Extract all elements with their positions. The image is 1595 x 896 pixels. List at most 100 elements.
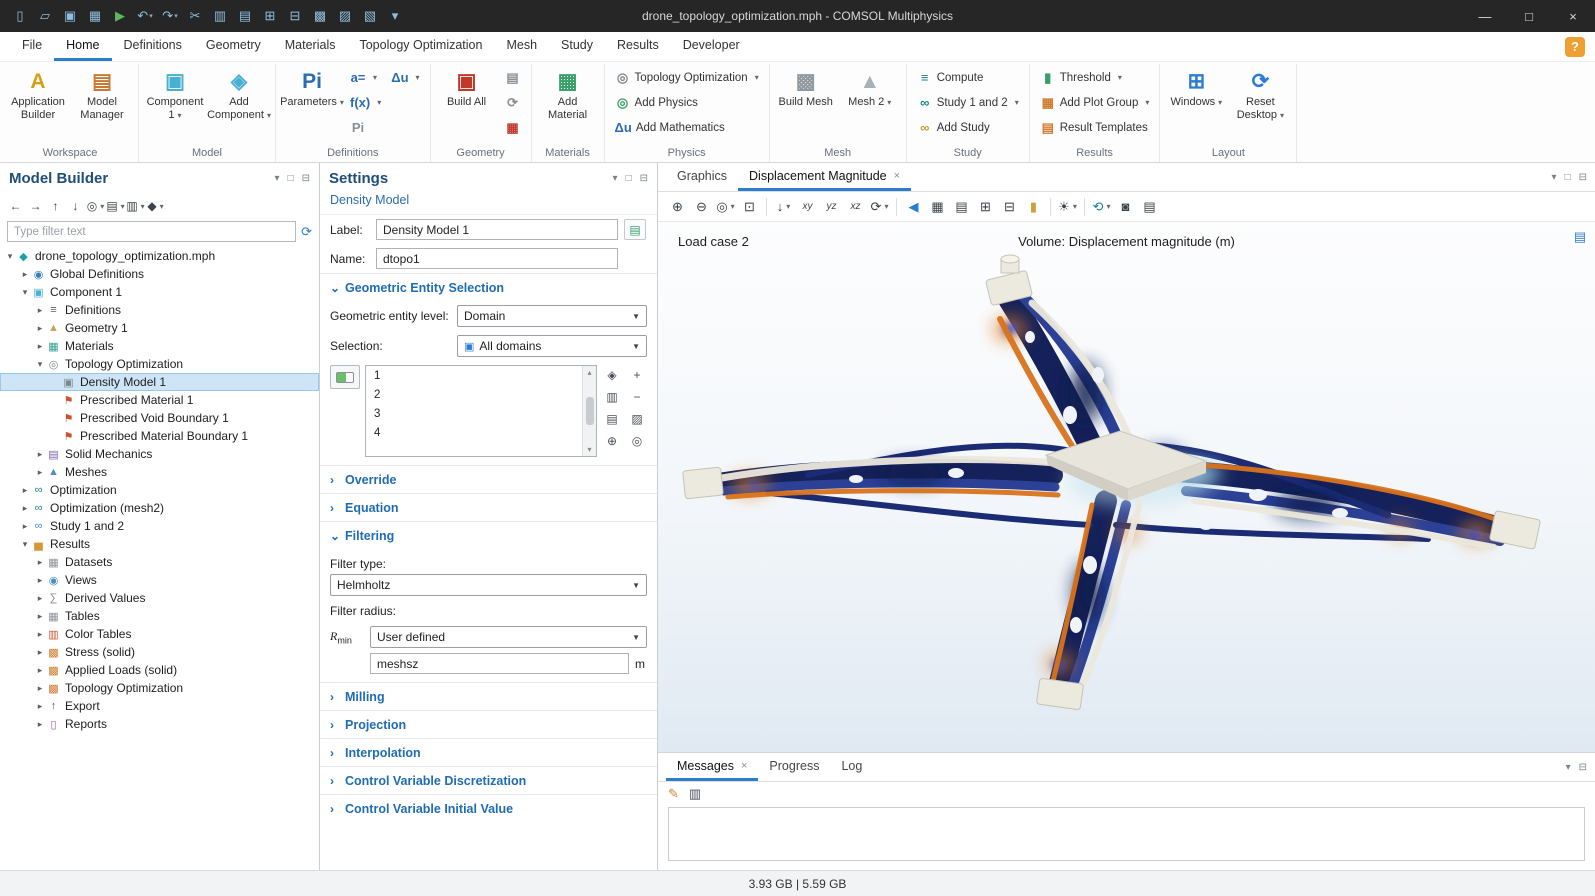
menu-geometry[interactable]: Geometry [194,32,273,61]
section-override[interactable]: ›Override [320,465,657,493]
rmin-select[interactable]: User defined ▼ [370,626,647,648]
expand-node-icon[interactable]: ▸ [19,521,31,532]
show-grid-button[interactable]: ▦ [926,196,949,218]
expand-node-icon[interactable]: ▸ [19,269,31,280]
build-all-button[interactable]: ▣Build All [436,65,498,112]
scroll-down-icon[interactable]: ▾ [587,445,591,454]
collapse-node-icon[interactable]: ▾ [4,251,16,262]
domain-row[interactable]: 1 [366,367,582,386]
go-back-button[interactable]: ← [6,196,25,216]
close-button[interactable]: × [1551,0,1595,32]
threshold-button[interactable]: ▮Threshold▾ [1035,65,1155,90]
scroll-thumb[interactable] [586,397,594,425]
name-input[interactable] [376,248,618,269]
tree-item-prescribed-material-1[interactable]: ⚑Prescribed Material 1 [0,391,319,409]
tree-item-tables[interactable]: ▸▦Tables [0,607,319,625]
study-1-and-2-button[interactable]: ∞Study 1 and 2▾ [912,90,1024,115]
zoom-out-button[interactable]: ⊖ [690,196,713,218]
collapse-panel-icon[interactable]: ▾ [1552,172,1557,183]
menu-developer[interactable]: Developer [671,32,752,61]
tree-item-global-definitions[interactable]: ▸◉Global Definitions [0,265,319,283]
zoom-box-button[interactable]: ⊡ [738,196,761,218]
activate-selection-button[interactable]: ◈ [602,365,622,384]
tree-item-optimization-mesh2[interactable]: ▸∞Optimization (mesh2) [0,499,319,517]
remove-details-button[interactable]: ▦ [500,115,526,140]
entity-level-select[interactable]: Domain ▼ [457,305,647,327]
expand-node-icon[interactable]: ▸ [34,683,46,694]
functions-button[interactable]: f(x)▾ [345,90,386,115]
copy-messages-button[interactable]: ▥ [689,786,701,802]
clear-messages-button[interactable]: ✎ [668,786,679,802]
tree-item-density-model-1[interactable]: ▣Density Model 1 [0,373,319,391]
compute-button[interactable]: ≡Compute [912,65,1024,90]
section-interpolation[interactable]: ›Interpolation [320,738,657,766]
pin-panel-icon[interactable]: ⊟ [640,173,648,184]
tree-item-study-1-and-2[interactable]: ▸∞Study 1 and 2 [0,517,319,535]
domain-row[interactable]: 3 [366,405,582,424]
domain-listbox[interactable]: 1234 ▴ ▾ [365,365,597,457]
expand-node-icon[interactable]: ▸ [34,647,46,658]
float-panel-icon[interactable]: □ [1565,172,1571,183]
save-as-icon[interactable]: ▦ [83,4,107,28]
section-milling[interactable]: ›Milling [320,682,657,710]
scene-light-button[interactable]: ☀▾ [1056,196,1079,218]
parameters-button[interactable]: PiParameters▾ [281,65,343,112]
tree-item-geometry-1[interactable]: ▸▲Geometry 1 [0,319,319,337]
add-component-button[interactable]: ◈Add Component▾ [208,65,270,125]
collapse-node-icon[interactable]: ▾ [19,539,31,550]
pin-panel-icon[interactable]: ⊟ [1579,172,1587,183]
tree-item-reports[interactable]: ▸▯Reports [0,715,319,733]
go-forward-button[interactable]: → [26,196,45,216]
operators-button[interactable]: Δu▾ [386,65,424,90]
expand-collapse-button[interactable]: ▥▾ [126,196,145,216]
copy-selection-button[interactable]: ▥ [602,387,622,406]
add-physics-button[interactable]: ◎Add Physics [610,90,764,115]
graphics-canvas[interactable]: Load case 2 Volume: Displacement magnitu… [658,222,1595,752]
expand-node-icon[interactable]: ▸ [19,503,31,514]
update-geometry-button[interactable]: ⟳ [500,90,526,115]
component-1-button[interactable]: ▣Component 1▾ [144,65,206,125]
expand-node-icon[interactable]: ▸ [19,485,31,496]
expand-node-icon[interactable]: ▸ [34,323,46,334]
tree-item-stress-solid[interactable]: ▸▩Stress (solid) [0,643,319,661]
menu-file[interactable]: File [10,32,54,61]
scroll-up-icon[interactable]: ▴ [587,368,591,377]
add-mathematics-button[interactable]: ΔuAdd Mathematics [610,115,764,140]
messages-tab-messages[interactable]: Messages× [666,753,758,781]
close-tab-icon[interactable]: × [741,760,747,772]
parameter-case-button[interactable]: Pi [345,115,386,140]
play-sound-button[interactable]: ◀ [902,196,925,218]
zoom-extents-button[interactable]: ◎▾ [714,196,737,218]
domain-row[interactable]: 4 [366,424,582,443]
label-options-button[interactable]: ▤ [624,219,646,240]
expand-node-icon[interactable]: ▸ [34,305,46,316]
paste-icon[interactable]: ▤ [233,4,257,28]
tree-item-meshes[interactable]: ▸▲Meshes [0,463,319,481]
domain-row[interactable]: 2 [366,386,582,405]
add-material-button[interactable]: ▦Add Material [537,65,599,125]
collapse-node-icon[interactable]: ▾ [34,359,46,370]
generate-report-2-icon[interactable]: ▨ [333,4,357,28]
expand-node-icon[interactable]: ▸ [34,467,46,478]
add-study-button[interactable]: ∞Add Study [912,115,1024,140]
section-filtering[interactable]: ⌄ Filtering [320,521,657,549]
expand-node-icon[interactable]: ▸ [34,665,46,676]
generate-report-1-icon[interactable]: ▩ [308,4,332,28]
listbox-scrollbar[interactable]: ▴ ▾ [582,366,596,456]
print-button[interactable]: ▤ [1138,196,1161,218]
show-axes-button[interactable]: ⊟ [998,196,1021,218]
view-xz-button[interactable]: xz [844,196,867,218]
show-options-button[interactable]: ◎▾ [86,196,105,216]
section-control-variable-discretization[interactable]: ›Control Variable Discretization [320,766,657,794]
tree-item-views[interactable]: ▸◉Views [0,571,319,589]
open-file-icon[interactable]: ▱ [33,4,57,28]
add-plot-group-button[interactable]: ▦Add Plot Group▾ [1035,90,1155,115]
insert-node-icon[interactable]: ⊞ [258,4,282,28]
selection-select[interactable]: ▣ All domains ▼ [457,335,647,357]
expand-node-icon[interactable]: ▸ [34,629,46,640]
generate-report-3-icon[interactable]: ▧ [358,4,382,28]
build-mesh-button[interactable]: ▩Build Mesh [775,65,837,112]
messages-output-box[interactable] [668,807,1585,861]
float-panel-icon[interactable]: □ [626,173,632,184]
pin-panel-icon[interactable]: ⊟ [1579,762,1587,773]
